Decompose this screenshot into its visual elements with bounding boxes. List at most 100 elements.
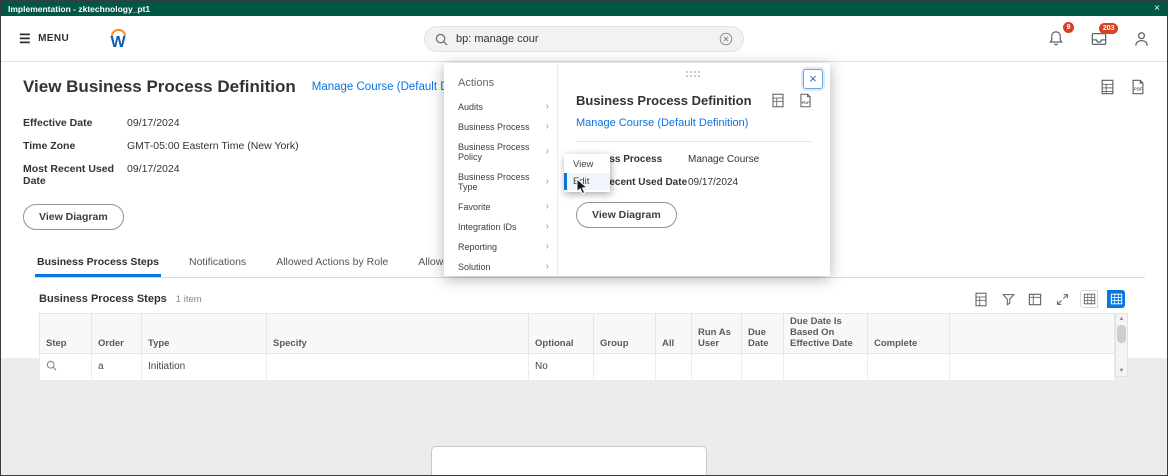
scroll-up-icon[interactable]: ▲ bbox=[1119, 314, 1125, 324]
table-caption: Business Process Steps bbox=[39, 293, 167, 305]
global-search[interactable] bbox=[424, 26, 744, 52]
hamburger-icon: ☰ bbox=[19, 32, 31, 45]
window-close-icon[interactable]: × bbox=[1154, 3, 1160, 14]
scrollbar-thumb[interactable] bbox=[1117, 325, 1126, 343]
col-specify: Specify bbox=[267, 314, 529, 354]
col-run-as-user: Run As User bbox=[692, 314, 742, 354]
chevron-right-icon: › bbox=[546, 262, 549, 272]
menu-item-integration-ids[interactable]: Integration IDs › bbox=[444, 217, 557, 237]
table-header-row: Step Order Type Specify Optional Group A… bbox=[40, 314, 1115, 354]
grid-view-active-icon[interactable] bbox=[1107, 290, 1125, 308]
menu-item-label: Business Process Type bbox=[458, 172, 546, 192]
chevron-right-icon: › bbox=[546, 122, 549, 132]
col-due-date-based-on: Due Date Is Based On Effective Date bbox=[784, 314, 868, 354]
svg-text:PDF: PDF bbox=[1134, 87, 1143, 92]
profile-button[interactable] bbox=[1134, 31, 1149, 47]
tab-notifications[interactable]: Notifications bbox=[187, 250, 248, 277]
export-to-pdf-icon[interactable]: PDF bbox=[799, 93, 812, 108]
actions-menu: Actions Audits › Business Process › Busi… bbox=[444, 63, 558, 276]
window-title: Implementation - zktechnology_pt1 bbox=[8, 4, 150, 14]
filter-icon[interactable] bbox=[999, 290, 1017, 308]
menu-button[interactable]: ☰ MENU bbox=[19, 32, 69, 45]
bottom-sheet-edge bbox=[431, 446, 707, 475]
scroll-down-icon[interactable]: ▼ bbox=[1119, 366, 1125, 376]
table-vertical-scrollbar[interactable]: ▲ ▼ bbox=[1115, 313, 1128, 377]
svg-text:PDF: PDF bbox=[802, 101, 810, 105]
business-process-steps-table: Step Order Type Specify Optional Group A… bbox=[39, 313, 1115, 381]
cell-step bbox=[40, 353, 92, 380]
menu-item-label: Integration IDs bbox=[458, 222, 517, 232]
menu-item-label: Business Process bbox=[458, 122, 530, 132]
logo-letter: W bbox=[111, 36, 126, 49]
chevron-right-icon: › bbox=[546, 242, 549, 252]
clear-search-icon[interactable] bbox=[719, 32, 733, 46]
tab-business-process-steps[interactable]: Business Process Steps bbox=[35, 250, 161, 277]
inbox-button[interactable]: 203 bbox=[1090, 31, 1108, 47]
table-tools bbox=[972, 290, 1125, 308]
table-item-count: 1 item bbox=[176, 294, 202, 305]
col-step: Step bbox=[40, 314, 92, 354]
menu-item-audits[interactable]: Audits › bbox=[444, 97, 557, 117]
cell-specify bbox=[267, 353, 529, 380]
menu-item-label: Audits bbox=[458, 102, 483, 112]
export-to-excel-icon[interactable] bbox=[1100, 79, 1115, 95]
table-toolbar: Business Process Steps 1 item bbox=[39, 290, 1125, 308]
menu-item-favorite[interactable]: Favorite › bbox=[444, 197, 557, 217]
popup-definition-link[interactable]: Manage Course (Default Definition) bbox=[576, 117, 812, 129]
menu-item-business-process-policy[interactable]: Business Process Policy › bbox=[444, 137, 557, 167]
export-to-excel-icon[interactable] bbox=[771, 93, 785, 108]
export-to-pdf-icon[interactable]: PDF bbox=[1131, 79, 1145, 95]
field-value: 09/17/2024 bbox=[127, 163, 180, 187]
col-group: Group bbox=[594, 314, 656, 354]
cell-order: a bbox=[92, 353, 142, 380]
col-optional: Optional bbox=[529, 314, 594, 354]
notifications-badge: 9 bbox=[1063, 22, 1074, 33]
cell-due-date bbox=[742, 353, 784, 380]
menu-item-business-process[interactable]: Business Process › bbox=[444, 117, 557, 137]
app-header: ☰ MENU W 9 203 bbox=[1, 16, 1167, 62]
search-input[interactable] bbox=[456, 33, 711, 45]
cell-optional: No bbox=[529, 353, 594, 380]
notifications-button[interactable]: 9 bbox=[1048, 30, 1064, 47]
field-value: 09/17/2024 bbox=[688, 177, 738, 188]
freeze-columns-icon[interactable] bbox=[1026, 290, 1044, 308]
menu-item-label: Solution bbox=[458, 262, 491, 272]
menu-label: MENU bbox=[38, 33, 69, 44]
expand-table-icon[interactable] bbox=[1053, 290, 1071, 308]
drag-handle-icon[interactable] bbox=[686, 71, 702, 79]
menu-item-reporting[interactable]: Reporting › bbox=[444, 237, 557, 257]
actions-menu-title: Actions bbox=[444, 73, 557, 97]
field-label: Most Recent Used Date bbox=[23, 163, 127, 187]
chevron-right-icon: › bbox=[546, 222, 549, 232]
col-all: All bbox=[656, 314, 692, 354]
tab-allowed-actions-by-role[interactable]: Allowed Actions by Role bbox=[274, 250, 390, 277]
col-order: Order bbox=[92, 314, 142, 354]
chevron-right-icon: › bbox=[546, 202, 549, 212]
view-diagram-button[interactable]: View Diagram bbox=[23, 204, 124, 230]
menu-item-label: Favorite bbox=[458, 202, 491, 212]
submenu-item-view[interactable]: View bbox=[564, 156, 610, 173]
popup-close-button[interactable]: × bbox=[803, 69, 823, 89]
person-icon bbox=[1134, 31, 1149, 47]
page-title: View Business Process Definition bbox=[23, 77, 296, 97]
table-container: Step Order Type Specify Optional Group A… bbox=[39, 313, 1167, 381]
chevron-right-icon: › bbox=[546, 177, 549, 187]
export-grid-icon[interactable] bbox=[972, 290, 990, 308]
menu-item-business-process-type[interactable]: Business Process Type › bbox=[444, 167, 557, 197]
cell-all bbox=[656, 353, 692, 380]
table-row[interactable]: a Initiation No bbox=[40, 353, 1115, 380]
search-icon bbox=[435, 33, 448, 46]
col-complete: Complete bbox=[868, 314, 950, 354]
popup-view-diagram-button[interactable]: View Diagram bbox=[576, 202, 677, 228]
workday-logo[interactable]: W bbox=[105, 29, 131, 49]
grid-view-icon[interactable] bbox=[1080, 290, 1098, 308]
row-magnifier-icon[interactable] bbox=[46, 363, 57, 374]
field-value: Manage Course bbox=[688, 154, 759, 165]
cell-complete bbox=[868, 353, 950, 380]
related-actions-popup: Actions Audits › Business Process › Busi… bbox=[444, 63, 830, 276]
popup-title: Business Process Definition bbox=[576, 93, 752, 108]
header-actions: 9 203 bbox=[1048, 30, 1149, 47]
popup-divider bbox=[576, 141, 812, 142]
chevron-right-icon: › bbox=[546, 147, 549, 157]
menu-item-solution[interactable]: Solution › bbox=[444, 257, 557, 277]
